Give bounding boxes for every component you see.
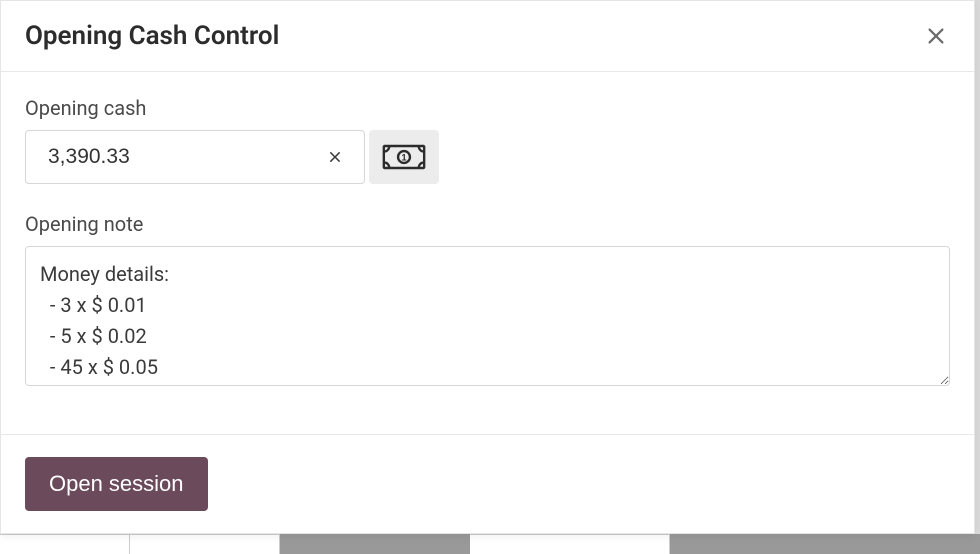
clear-input-button[interactable] bbox=[320, 142, 350, 172]
modal-title: Opening Cash Control bbox=[25, 21, 279, 51]
opening-note-label: Opening note bbox=[25, 212, 950, 236]
clear-icon bbox=[326, 148, 344, 166]
money-bill-icon: 1 bbox=[382, 143, 426, 171]
modal-body: Opening cash bbox=[1, 72, 974, 434]
money-details-button[interactable]: 1 bbox=[369, 130, 439, 184]
modal-header: Opening Cash Control bbox=[1, 1, 974, 72]
opening-cash-input[interactable] bbox=[48, 145, 320, 169]
opening-cash-label: Opening cash bbox=[25, 96, 950, 120]
close-button[interactable] bbox=[922, 22, 950, 50]
opening-note-textarea[interactable] bbox=[25, 246, 950, 386]
modal-footer: Open session bbox=[1, 434, 974, 533]
svg-text:1: 1 bbox=[401, 153, 406, 163]
opening-cash-input-wrap bbox=[25, 130, 365, 184]
open-session-button[interactable]: Open session bbox=[25, 457, 208, 511]
close-icon bbox=[925, 25, 947, 47]
opening-cash-control-modal: Opening Cash Control Opening cash bbox=[0, 0, 975, 534]
